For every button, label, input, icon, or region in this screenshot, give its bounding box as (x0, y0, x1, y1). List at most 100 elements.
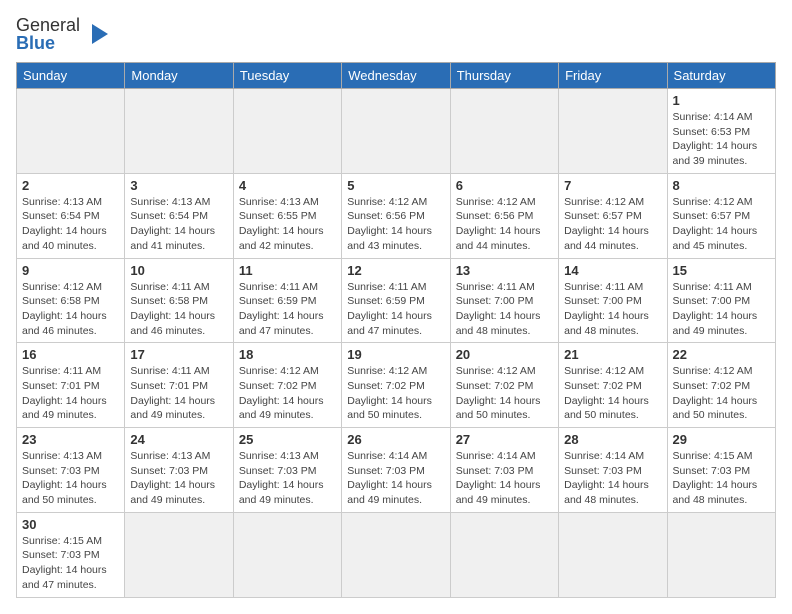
calendar-cell: 15 Sunrise: 4:11 AM Sunset: 7:00 PM Dayli… (667, 258, 775, 343)
calendar-cell: 21 Sunrise: 4:12 AM Sunset: 7:02 PM Dayli… (559, 343, 667, 428)
header-row: SundayMondayTuesdayWednesdayThursdayFrid… (17, 63, 776, 89)
calendar-cell: 13 Sunrise: 4:11 AM Sunset: 7:00 PM Dayli… (450, 258, 558, 343)
day-number: 17 (130, 347, 227, 362)
day-number: 7 (564, 178, 661, 193)
day-number: 27 (456, 432, 553, 447)
calendar-cell (559, 512, 667, 597)
day-info: Sunrise: 4:12 AM Sunset: 6:57 PM Dayligh… (564, 195, 661, 254)
day-info: Sunrise: 4:13 AM Sunset: 7:03 PM Dayligh… (130, 449, 227, 508)
calendar-cell (125, 512, 233, 597)
day-number: 30 (22, 517, 119, 532)
calendar-cell: 5 Sunrise: 4:12 AM Sunset: 6:56 PM Daylig… (342, 173, 450, 258)
calendar-cell (450, 89, 558, 174)
calendar-cell: 22 Sunrise: 4:12 AM Sunset: 7:02 PM Dayli… (667, 343, 775, 428)
calendar-cell (17, 89, 125, 174)
logo-text: General Blue (16, 16, 80, 52)
calendar-table: SundayMondayTuesdayWednesdayThursdayFrid… (16, 62, 776, 598)
header-day-friday: Friday (559, 63, 667, 89)
day-info: Sunrise: 4:11 AM Sunset: 7:01 PM Dayligh… (22, 364, 119, 423)
day-info: Sunrise: 4:11 AM Sunset: 6:59 PM Dayligh… (239, 280, 336, 339)
day-number: 3 (130, 178, 227, 193)
calendar-cell: 3 Sunrise: 4:13 AM Sunset: 6:54 PM Daylig… (125, 173, 233, 258)
week-row-1: 1Sunrise: 4:14 AM Sunset: 6:53 PM Daylig… (17, 89, 776, 174)
day-number: 21 (564, 347, 661, 362)
day-info: Sunrise: 4:12 AM Sunset: 7:02 PM Dayligh… (564, 364, 661, 423)
calendar-cell: 26 Sunrise: 4:14 AM Sunset: 7:03 PM Dayli… (342, 428, 450, 513)
calendar-cell: 9 Sunrise: 4:12 AM Sunset: 6:58 PM Daylig… (17, 258, 125, 343)
calendar-cell: 12Sunrise: 4:11 AM Sunset: 6:59 PM Dayli… (342, 258, 450, 343)
day-info: Sunrise: 4:13 AM Sunset: 7:03 PM Dayligh… (239, 449, 336, 508)
day-number: 5 (347, 178, 444, 193)
day-info: Sunrise: 4:14 AM Sunset: 7:03 PM Dayligh… (564, 449, 661, 508)
day-number: 10 (130, 263, 227, 278)
day-number: 11 (239, 263, 336, 278)
day-info: Sunrise: 4:12 AM Sunset: 7:02 PM Dayligh… (239, 364, 336, 423)
day-number: 26 (347, 432, 444, 447)
day-info: Sunrise: 4:12 AM Sunset: 6:56 PM Dayligh… (347, 195, 444, 254)
day-number: 14 (564, 263, 661, 278)
page-header: General Blue (16, 16, 776, 52)
day-number: 8 (673, 178, 770, 193)
day-info: Sunrise: 4:12 AM Sunset: 6:57 PM Dayligh… (673, 195, 770, 254)
calendar-cell (125, 89, 233, 174)
calendar-cell: 20Sunrise: 4:12 AM Sunset: 7:02 PM Dayli… (450, 343, 558, 428)
calendar-cell: 4 Sunrise: 4:13 AM Sunset: 6:55 PM Daylig… (233, 173, 341, 258)
day-info: Sunrise: 4:12 AM Sunset: 7:02 PM Dayligh… (456, 364, 553, 423)
calendar-cell: 25Sunrise: 4:13 AM Sunset: 7:03 PM Dayli… (233, 428, 341, 513)
day-info: Sunrise: 4:13 AM Sunset: 6:55 PM Dayligh… (239, 195, 336, 254)
header-day-monday: Monday (125, 63, 233, 89)
calendar-cell: 24Sunrise: 4:13 AM Sunset: 7:03 PM Dayli… (125, 428, 233, 513)
day-number: 13 (456, 263, 553, 278)
logo: General Blue (16, 16, 110, 52)
calendar-cell: 1Sunrise: 4:14 AM Sunset: 6:53 PM Daylig… (667, 89, 775, 174)
calendar-cell (667, 512, 775, 597)
day-number: 4 (239, 178, 336, 193)
day-info: Sunrise: 4:12 AM Sunset: 7:02 PM Dayligh… (673, 364, 770, 423)
day-number: 22 (673, 347, 770, 362)
calendar-cell: 6 Sunrise: 4:12 AM Sunset: 6:56 PM Daylig… (450, 173, 558, 258)
calendar-cell (233, 89, 341, 174)
day-number: 18 (239, 347, 336, 362)
week-row-5: 23Sunrise: 4:13 AM Sunset: 7:03 PM Dayli… (17, 428, 776, 513)
calendar-cell (233, 512, 341, 597)
calendar-cell: 2Sunrise: 4:13 AM Sunset: 6:54 PM Daylig… (17, 173, 125, 258)
day-number: 15 (673, 263, 770, 278)
day-info: Sunrise: 4:12 AM Sunset: 6:58 PM Dayligh… (22, 280, 119, 339)
day-info: Sunrise: 4:14 AM Sunset: 7:03 PM Dayligh… (456, 449, 553, 508)
calendar-cell: 11 Sunrise: 4:11 AM Sunset: 6:59 PM Dayli… (233, 258, 341, 343)
day-number: 16 (22, 347, 119, 362)
day-number: 1 (673, 93, 770, 108)
logo-triangle-icon (82, 20, 110, 48)
day-info: Sunrise: 4:11 AM Sunset: 7:00 PM Dayligh… (456, 280, 553, 339)
week-row-4: 16 Sunrise: 4:11 AM Sunset: 7:01 PM Dayli… (17, 343, 776, 428)
day-number: 2 (22, 178, 119, 193)
day-info: Sunrise: 4:13 AM Sunset: 7:03 PM Dayligh… (22, 449, 119, 508)
day-info: Sunrise: 4:14 AM Sunset: 7:03 PM Dayligh… (347, 449, 444, 508)
calendar-cell: 23Sunrise: 4:13 AM Sunset: 7:03 PM Dayli… (17, 428, 125, 513)
calendar-cell: 28 Sunrise: 4:14 AM Sunset: 7:03 PM Dayli… (559, 428, 667, 513)
day-info: Sunrise: 4:11 AM Sunset: 7:01 PM Dayligh… (130, 364, 227, 423)
day-info: Sunrise: 4:15 AM Sunset: 7:03 PM Dayligh… (673, 449, 770, 508)
day-info: Sunrise: 4:11 AM Sunset: 6:58 PM Dayligh… (130, 280, 227, 339)
day-info: Sunrise: 4:11 AM Sunset: 6:59 PM Dayligh… (347, 280, 444, 339)
day-number: 28 (564, 432, 661, 447)
calendar-cell (559, 89, 667, 174)
day-info: Sunrise: 4:13 AM Sunset: 6:54 PM Dayligh… (130, 195, 227, 254)
day-number: 6 (456, 178, 553, 193)
header-day-wednesday: Wednesday (342, 63, 450, 89)
calendar-cell: 17 Sunrise: 4:11 AM Sunset: 7:01 PM Dayli… (125, 343, 233, 428)
day-number: 9 (22, 263, 119, 278)
calendar-cell (342, 512, 450, 597)
day-info: Sunrise: 4:11 AM Sunset: 7:00 PM Dayligh… (673, 280, 770, 339)
day-info: Sunrise: 4:12 AM Sunset: 6:56 PM Dayligh… (456, 195, 553, 254)
day-number: 29 (673, 432, 770, 447)
calendar-cell: 30Sunrise: 4:15 AM Sunset: 7:03 PM Dayli… (17, 512, 125, 597)
calendar-cell: 8 Sunrise: 4:12 AM Sunset: 6:57 PM Daylig… (667, 173, 775, 258)
week-row-6: 30Sunrise: 4:15 AM Sunset: 7:03 PM Dayli… (17, 512, 776, 597)
day-info: Sunrise: 4:11 AM Sunset: 7:00 PM Dayligh… (564, 280, 661, 339)
calendar-cell: 10 Sunrise: 4:11 AM Sunset: 6:58 PM Dayli… (125, 258, 233, 343)
header-day-sunday: Sunday (17, 63, 125, 89)
header-day-thursday: Thursday (450, 63, 558, 89)
calendar-cell (450, 512, 558, 597)
logo-container: General Blue (16, 16, 110, 52)
